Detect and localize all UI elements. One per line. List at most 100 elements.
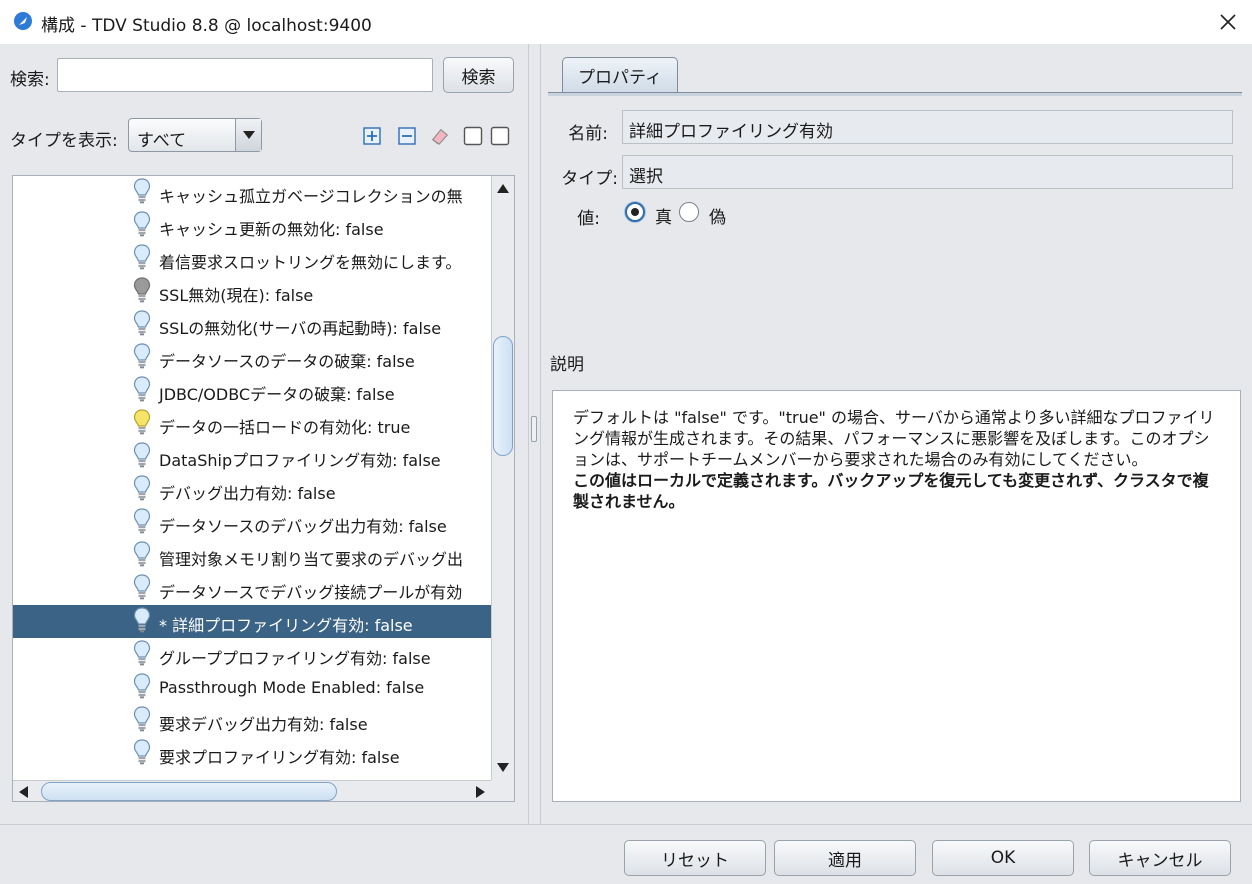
tree-item-label: 要求プロファイリング有効: false <box>159 748 400 767</box>
configuration-dialog: 検索: 検索 タイプを表示: すべて キャッシュ孤立ガベージコレクションの無 キャ… <box>0 44 1252 884</box>
tree-item-label: * 詳細プロファイリング有効: false <box>159 616 413 635</box>
tree-item-label: JDBC/ODBCデータの破棄: false <box>159 385 395 404</box>
name-field: 詳細プロファイリング有効 <box>622 110 1233 144</box>
value-label: 値: <box>577 209 600 229</box>
search-input[interactable] <box>57 58 433 92</box>
description-bold-text: この値はローカルで定義されます。バックアップを復元しても変更されず、クラスタで複… <box>573 471 1209 511</box>
tree-item-label: データソースでデバッグ接続プールが有効 <box>159 583 463 602</box>
tree-item[interactable]: キャッシュ孤立ガベージコレクションの無 <box>13 176 491 209</box>
lightbulb-icon <box>133 475 151 501</box>
lightbulb-icon <box>133 574 151 600</box>
tab-properties[interactable]: プロパティ <box>562 57 678 93</box>
tree-item-label: キャッシュ更新の無効化: false <box>159 220 384 239</box>
vertical-scrollbar[interactable] <box>491 176 514 780</box>
reset-button[interactable]: リセット <box>624 840 766 876</box>
configuration-tree[interactable]: キャッシュ孤立ガベージコレクションの無 キャッシュ更新の無効化: false 着信要… <box>12 175 515 802</box>
checkbox-icon[interactable] <box>490 126 510 146</box>
search-button[interactable]: 検索 <box>443 57 514 93</box>
lightbulb-icon <box>133 673 151 699</box>
lightbulb-icon <box>133 211 151 237</box>
tree-item[interactable]: 管理対象メモリ割り当て要求のデバッグ出 <box>13 539 491 572</box>
collapse-all-icon[interactable] <box>397 126 417 146</box>
tree-item-label: デバッグ出力有効: false <box>159 484 336 503</box>
footer-divider <box>0 824 1252 825</box>
lightbulb-icon <box>133 640 151 666</box>
horizontal-scroll-thumb[interactable] <box>41 782 337 801</box>
tree-item-label: 着信要求スロットリングを無効にします。 <box>159 253 462 272</box>
search-label: 検索: <box>10 70 50 90</box>
type-filter-label: タイプを表示: <box>10 131 118 151</box>
description-box: デフォルトは "false" です。"true" の場合、サーバから通常より多い… <box>552 390 1241 802</box>
tree-item[interactable]: キャッシュ更新の無効化: false <box>13 209 491 242</box>
tree-item[interactable]: 要求デバッグ出力有効: false <box>13 704 491 737</box>
tree-item-label: DataShipプロファイリング有効: false <box>159 451 441 470</box>
tree-item-label: キャッシュ孤立ガベージコレクションの無 <box>159 187 463 206</box>
scroll-corner <box>491 780 514 801</box>
type-field: 選択 <box>622 155 1233 189</box>
tree-item[interactable]: SSLの無効化(サーバの再起動時): false <box>13 308 491 341</box>
tree-item[interactable]: 要求プロファイリング有効: false <box>13 737 491 770</box>
tree-item[interactable]: Passthrough Mode Enabled: false <box>13 671 491 704</box>
tree-item-label: データの一括ロードの有効化: true <box>159 418 411 437</box>
tree-item[interactable]: グループプロファイリング有効: false <box>13 638 491 671</box>
expand-all-icon[interactable] <box>362 126 382 146</box>
chevron-down-icon[interactable] <box>235 119 261 151</box>
radio-false-label: 偽 <box>709 208 726 228</box>
ok-button[interactable]: OK <box>932 840 1074 876</box>
tree-item-label: データソースのデバッグ出力有効: false <box>159 517 447 536</box>
scroll-right-icon[interactable] <box>476 786 485 798</box>
tree-item-label: データソースのデータの破棄: false <box>159 352 415 371</box>
type-filter-value: すべて <box>137 131 187 151</box>
radio-true-label: 真 <box>655 208 672 228</box>
tree-item-label: 管理対象メモリ割り当て要求のデバッグ出 <box>159 550 464 569</box>
tree-item[interactable]: データソースのデバッグ出力有効: false <box>13 506 491 539</box>
tree-item[interactable]: DataShipプロファイリング有効: false <box>13 440 491 473</box>
tree-item[interactable]: SSL無効(現在): false <box>13 275 491 308</box>
splitter-divider <box>540 44 541 824</box>
radio-false[interactable] <box>679 202 699 222</box>
title-bar: 構成 - TDV Studio 8.8 @ localhost:9400 <box>0 0 1252 44</box>
type-filter-select[interactable]: すべて <box>128 118 262 152</box>
lightbulb-icon <box>133 607 151 633</box>
tree-item[interactable]: デバッグ出力有効: false <box>13 473 491 506</box>
lightbulb-icon <box>133 508 151 534</box>
tree-item-label: SSLの無効化(サーバの再起動時): false <box>159 319 442 338</box>
name-label: 名前: <box>568 124 608 144</box>
lightbulb-icon <box>133 541 151 567</box>
cancel-button[interactable]: キャンセル <box>1089 840 1231 876</box>
tree-item-label: Passthrough Mode Enabled: false <box>159 678 425 697</box>
tree-item-label: グループプロファイリング有効: false <box>159 649 431 668</box>
close-icon[interactable] <box>1216 10 1240 34</box>
vertical-scroll-thumb[interactable] <box>493 336 513 456</box>
horizontal-scrollbar[interactable] <box>13 780 491 801</box>
tree-item-label: SSL無効(現在): false <box>159 286 314 305</box>
tree-item[interactable]: JDBC/ODBCデータの破棄: false <box>13 374 491 407</box>
eraser-icon[interactable] <box>430 126 450 146</box>
checkbox-icon[interactable] <box>463 126 483 146</box>
description-label: 説明 <box>550 355 584 375</box>
lightbulb-icon <box>133 310 151 336</box>
scroll-up-icon[interactable] <box>497 184 509 193</box>
lightbulb-icon <box>133 409 151 435</box>
lightbulb-icon <box>133 343 151 369</box>
scroll-left-icon[interactable] <box>19 786 28 798</box>
lightbulb-icon <box>133 376 151 402</box>
splitter-handle[interactable] <box>531 416 537 442</box>
tree-item[interactable]: * 詳細プロファイリング有効: false <box>13 605 491 638</box>
tree-item[interactable]: データソースでデバッグ接続プールが有効 <box>13 572 491 605</box>
lightbulb-icon <box>133 739 151 765</box>
scroll-down-icon[interactable] <box>497 763 509 772</box>
type-label: タイプ: <box>561 169 618 189</box>
tree-item[interactable]: 着信要求スロットリングを無効にします。 <box>13 242 491 275</box>
tree-item[interactable]: データソースのデータの破棄: false <box>13 341 491 374</box>
apply-button[interactable]: 適用 <box>774 840 916 876</box>
lightbulb-icon <box>133 277 151 303</box>
lightbulb-icon <box>133 178 151 204</box>
tree-item[interactable]: データの一括ロードの有効化: true <box>13 407 491 440</box>
radio-true[interactable] <box>625 202 645 222</box>
app-logo-icon <box>14 12 32 30</box>
splitter-divider <box>528 44 529 824</box>
lightbulb-icon <box>133 442 151 468</box>
tree-item-label: 要求デバッグ出力有効: false <box>159 715 368 734</box>
lightbulb-icon <box>133 706 151 732</box>
